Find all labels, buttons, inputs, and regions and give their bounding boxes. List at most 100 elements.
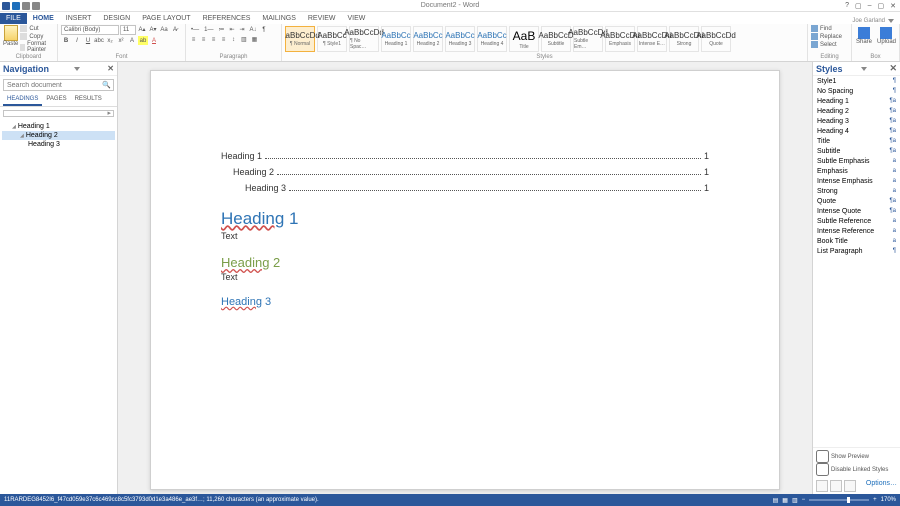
toc-entry[interactable]: Heading 11 <box>221 151 709 161</box>
style-list-item[interactable]: No Spacing¶ <box>813 86 900 96</box>
style-tile-subtle-em-[interactable]: AaBbCcDdSubtle Em… <box>573 26 603 52</box>
ribbon-display-button[interactable]: ▢ <box>855 2 862 10</box>
tab-review[interactable]: REVIEW <box>302 13 342 24</box>
maximize-button[interactable]: ▢ <box>878 2 885 10</box>
multilevel-button[interactable]: ≔ <box>216 25 226 34</box>
close-button[interactable]: ✕ <box>890 2 896 10</box>
tab-design[interactable]: DESIGN <box>97 13 136 24</box>
style-list-item[interactable]: Title¶a <box>813 136 900 146</box>
tab-references[interactable]: REFERENCES <box>197 13 257 24</box>
nav-search[interactable]: 🔍 <box>3 79 114 91</box>
style-tile--no-spac-[interactable]: AaBbCcDd¶ No Spac… <box>349 26 379 52</box>
view-web-button[interactable]: ▥ <box>792 497 798 504</box>
styles-options-link[interactable]: Options… <box>866 480 897 492</box>
nav-heading-item[interactable]: Heading 2 <box>2 131 115 140</box>
align-left-button[interactable]: ≡ <box>189 35 198 44</box>
zoom-level[interactable]: 170% <box>881 497 896 503</box>
borders-button[interactable]: ▦ <box>250 35 260 44</box>
paste-button[interactable]: Paste <box>3 25 18 47</box>
tab-page-layout[interactable]: PAGE LAYOUT <box>136 13 196 24</box>
zoom-slider[interactable] <box>809 499 869 501</box>
help-button[interactable]: ? <box>845 2 849 10</box>
bold-button[interactable]: B <box>61 36 71 45</box>
replace-button[interactable]: Replace <box>811 33 842 40</box>
minimize-button[interactable]: – <box>868 2 872 10</box>
nav-tab-results[interactable]: RESULTS <box>71 94 106 106</box>
style-tile-quote[interactable]: AaBbCcDdQuote <box>701 26 731 52</box>
manage-styles-button[interactable] <box>844 480 856 492</box>
text-effects-button[interactable]: A <box>127 36 137 45</box>
redo-icon[interactable] <box>32 2 40 10</box>
tab-home[interactable]: HOME <box>27 13 60 24</box>
show-marks-button[interactable]: ¶ <box>260 25 269 34</box>
style-inspector-button[interactable] <box>830 480 842 492</box>
style-list-item[interactable]: Heading 1¶a <box>813 96 900 106</box>
style-tile-emphasis[interactable]: AaBbCcDdEmphasis <box>605 26 635 52</box>
zoom-out-button[interactable]: − <box>802 497 806 503</box>
doc-heading-3[interactable]: Heading 3 <box>221 296 709 308</box>
nav-heading-item[interactable]: Heading 3 <box>2 140 115 149</box>
doc-heading-1[interactable]: Heading 1 <box>221 209 709 229</box>
style-list-item[interactable]: List Paragraph¶ <box>813 246 900 256</box>
view-print-button[interactable]: ▦ <box>782 497 788 504</box>
style-tile-intense-e-[interactable]: AaBbCcDdIntense E… <box>637 26 667 52</box>
style-tile-title[interactable]: AaBTitle <box>509 26 539 52</box>
nav-search-input[interactable] <box>4 80 113 90</box>
style-tile-heading-2[interactable]: AaBbCcHeading 2 <box>413 26 443 52</box>
tab-mailings[interactable]: MAILINGS <box>256 13 301 24</box>
style-list-item[interactable]: Intense Quote¶a <box>813 206 900 216</box>
find-button[interactable]: Find <box>811 25 842 32</box>
numbering-button[interactable]: 1— <box>202 25 215 34</box>
zoom-in-button[interactable]: + <box>873 497 877 503</box>
nav-tab-pages[interactable]: PAGES <box>42 94 70 106</box>
tab-file[interactable]: FILE <box>0 13 27 24</box>
style-tile-heading-4[interactable]: AaBbCcHeading 4 <box>477 26 507 52</box>
font-size-select[interactable]: 11 <box>120 25 136 35</box>
nav-tab-headings[interactable]: HEADINGS <box>3 94 42 106</box>
show-preview-checkbox[interactable]: Show Preview <box>816 450 897 463</box>
doc-body-text[interactable]: Text <box>221 231 709 241</box>
toc-entry[interactable]: Heading 21 <box>221 167 709 177</box>
align-center-button[interactable]: ≡ <box>199 35 208 44</box>
increase-indent-button[interactable]: ⇥ <box>237 25 246 34</box>
clear-formatting-button[interactable]: A̷ <box>170 25 180 34</box>
italic-button[interactable]: I <box>72 36 82 45</box>
line-spacing-button[interactable]: ↕ <box>229 35 238 44</box>
highlight-button[interactable]: ab <box>138 36 148 45</box>
doc-heading-2[interactable]: Heading 2 <box>221 255 709 270</box>
cut-button[interactable]: Cut <box>20 25 54 32</box>
decrease-indent-button[interactable]: ⇤ <box>227 25 236 34</box>
style-tile-heading-1[interactable]: AaBbCcHeading 1 <box>381 26 411 52</box>
copy-button[interactable]: Copy <box>20 33 54 40</box>
align-right-button[interactable]: ≡ <box>209 35 218 44</box>
nav-new-heading[interactable] <box>3 110 114 117</box>
disable-linked-checkbox[interactable]: Disable Linked Styles <box>816 463 897 476</box>
superscript-button[interactable]: x² <box>116 36 126 45</box>
style-tile-heading-3[interactable]: AaBbCcHeading 3 <box>445 26 475 52</box>
select-button[interactable]: Select <box>811 41 842 48</box>
tab-insert[interactable]: INSERT <box>60 13 98 24</box>
save-icon[interactable] <box>12 2 20 10</box>
style-tile-strong[interactable]: AaBbCcDdStrong <box>669 26 699 52</box>
shrink-font-button[interactable]: A▾ <box>148 25 158 34</box>
style-list-item[interactable]: Intense Emphasisa <box>813 176 900 186</box>
tab-view[interactable]: VIEW <box>341 13 371 24</box>
style-list-item[interactable]: Book Titlea <box>813 236 900 246</box>
subscript-button[interactable]: x₂ <box>105 36 115 45</box>
bullets-button[interactable]: •— <box>189 25 201 34</box>
font-name-select[interactable]: Calibri (Body) <box>61 25 119 35</box>
style-tile--normal[interactable]: AaBbCcDd¶ Normal <box>285 26 315 52</box>
underline-button[interactable]: U <box>83 36 93 45</box>
share-button[interactable]: Share <box>855 27 873 45</box>
style-list-item[interactable]: Heading 4¶a <box>813 126 900 136</box>
toc-entry[interactable]: Heading 31 <box>221 183 709 193</box>
change-case-button[interactable]: Aa <box>159 25 169 34</box>
style-list-item[interactable]: Heading 2¶a <box>813 106 900 116</box>
close-styles-button[interactable]: ✕ <box>889 63 897 74</box>
document-area[interactable]: Heading 11 Heading 21 Heading 31 Heading 1… <box>118 62 812 494</box>
chevron-down-icon[interactable] <box>74 67 80 71</box>
style-list-item[interactable]: Heading 3¶a <box>813 116 900 126</box>
nav-heading-item[interactable]: Heading 1 <box>2 122 115 131</box>
chevron-down-icon[interactable] <box>861 67 867 71</box>
sort-button[interactable]: A↓ <box>248 25 259 34</box>
